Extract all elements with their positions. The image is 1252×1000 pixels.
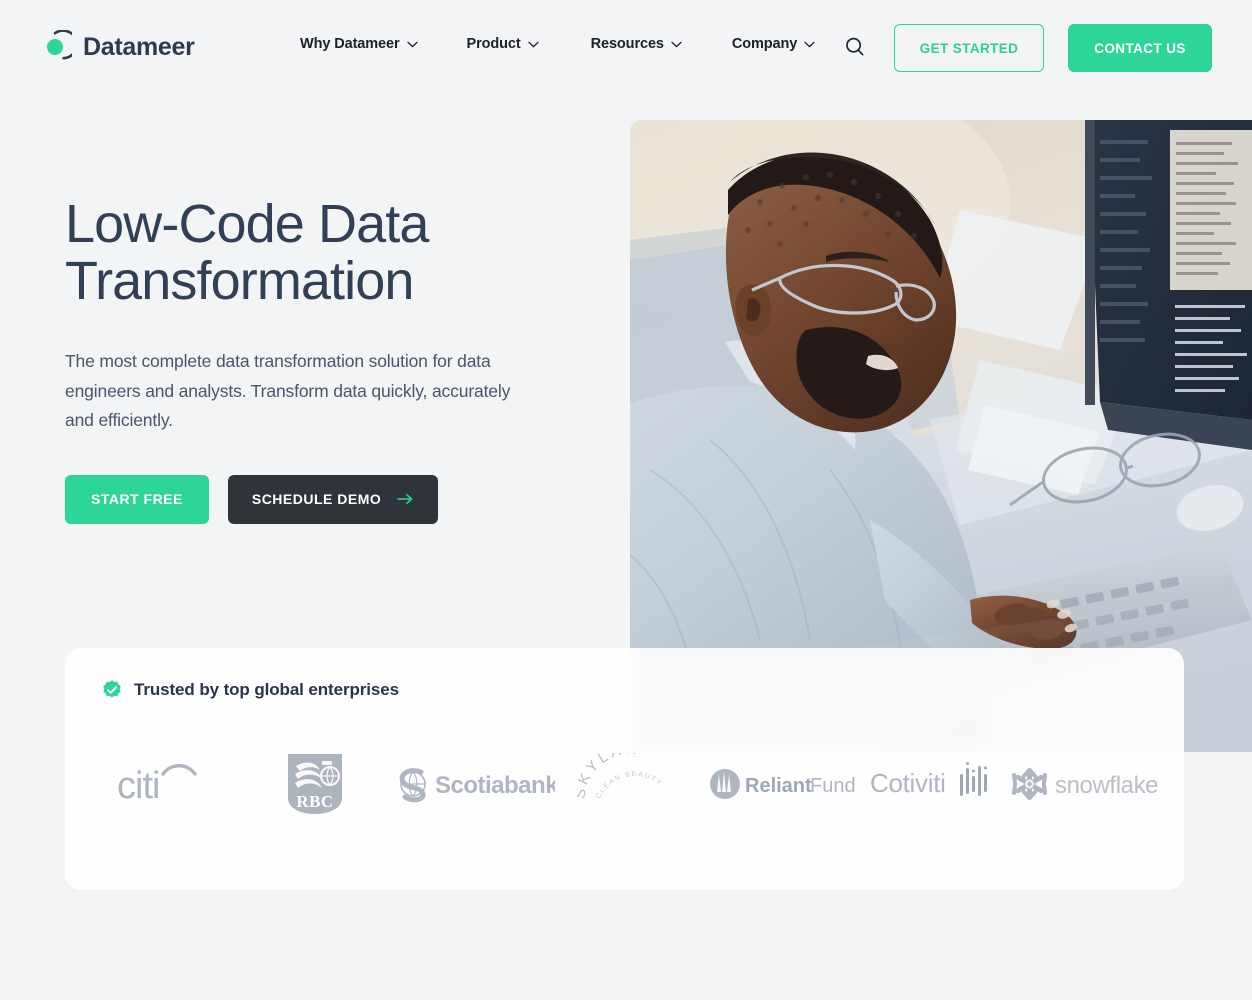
nav-label: Product bbox=[466, 36, 521, 52]
chevron-down-icon bbox=[671, 40, 682, 48]
get-started-button[interactable]: GET STARTED bbox=[894, 24, 1044, 72]
svg-text:Reliant: Reliant bbox=[745, 775, 812, 797]
nav-item-company[interactable]: Company bbox=[732, 36, 815, 52]
reliant-funding-logo: Reliant Funding bbox=[707, 764, 857, 804]
citi-logo: citi bbox=[111, 758, 215, 810]
schedule-demo-button[interactable]: SCHEDULE DEMO bbox=[227, 474, 439, 524]
nav-label: Why Datameer bbox=[300, 36, 400, 52]
main-nav: Why Datameer Product Resources Company bbox=[300, 36, 815, 52]
contact-us-button[interactable]: CONTACT US bbox=[1068, 24, 1212, 72]
client-logo-row: citi RBC Scotiabank YL CLEAN BEAUTY Reli… bbox=[87, 744, 1162, 824]
search-icon bbox=[844, 36, 866, 61]
svg-text:RBC: RBC bbox=[296, 792, 333, 811]
nav-label: Resources bbox=[590, 36, 664, 52]
hero-cta-row: START FREE SCHEDULE DEMO bbox=[65, 474, 585, 524]
scotiabank-logo: Scotiabank bbox=[391, 764, 555, 804]
trusted-by-heading: Trusted by top global enterprises bbox=[101, 679, 399, 701]
svg-text:Cotiviti: Cotiviti bbox=[870, 768, 946, 798]
nav-label: Company bbox=[731, 36, 798, 52]
start-free-button[interactable]: START FREE bbox=[65, 474, 209, 524]
client-logo-skylar: SKYLAR CLEAN BEAUTY bbox=[555, 744, 707, 824]
datameer-ring-icon bbox=[38, 30, 72, 64]
brand-name: Datameer bbox=[83, 32, 195, 61]
hero-content: Low-Code Data Transformation The most co… bbox=[65, 196, 585, 524]
svg-text:citi: citi bbox=[117, 765, 159, 807]
svg-text:snowflake: snowflake bbox=[1055, 772, 1158, 799]
rbc-logo: RBC bbox=[286, 752, 344, 816]
snowflake-logo: snowflake bbox=[1011, 764, 1161, 804]
client-logo-citi: citi bbox=[87, 744, 239, 824]
chevron-down-icon bbox=[804, 40, 815, 48]
svg-text:Scotiabank: Scotiabank bbox=[435, 772, 555, 799]
client-logo-reliant-funding: Reliant Funding bbox=[706, 744, 858, 824]
brand-logo[interactable]: Datameer bbox=[38, 30, 195, 64]
trusted-by-card: Trusted by top global enterprises citi R… bbox=[65, 648, 1184, 890]
arrow-right-icon bbox=[397, 493, 414, 505]
client-logo-snowflake: snowflake bbox=[1010, 744, 1162, 824]
page-title: Low-Code Data Transformation bbox=[65, 194, 429, 311]
nav-item-resources[interactable]: Resources bbox=[591, 36, 732, 52]
hero-subtitle: The most complete data transformation so… bbox=[65, 351, 511, 431]
client-logo-cotiviti: Cotiviti bbox=[858, 744, 1010, 824]
skylar-logo: SKYLAR CLEAN BEAUTY bbox=[577, 753, 685, 815]
nav-item-why-datameer[interactable]: Why Datameer bbox=[300, 36, 467, 52]
client-logo-rbc: RBC bbox=[239, 744, 391, 824]
svg-text:CLEAN BEAUTY: CLEAN BEAUTY bbox=[595, 771, 664, 800]
nav-item-product[interactable]: Product bbox=[467, 36, 591, 52]
trusted-by-title: Trusted by top global enterprises bbox=[134, 680, 399, 699]
svg-text:Funding: Funding bbox=[810, 775, 857, 797]
schedule-demo-label: SCHEDULE DEMO bbox=[251, 491, 382, 508]
cotiviti-logo: Cotiviti bbox=[870, 762, 998, 806]
site-header: Datameer Why Datameer Product Resources … bbox=[0, 0, 1252, 96]
verified-check-badge-icon bbox=[101, 679, 123, 701]
chevron-down-icon bbox=[406, 40, 418, 48]
search-button[interactable] bbox=[841, 34, 869, 62]
chevron-down-icon bbox=[527, 40, 539, 48]
client-logo-scotiabank: Scotiabank bbox=[391, 744, 555, 824]
